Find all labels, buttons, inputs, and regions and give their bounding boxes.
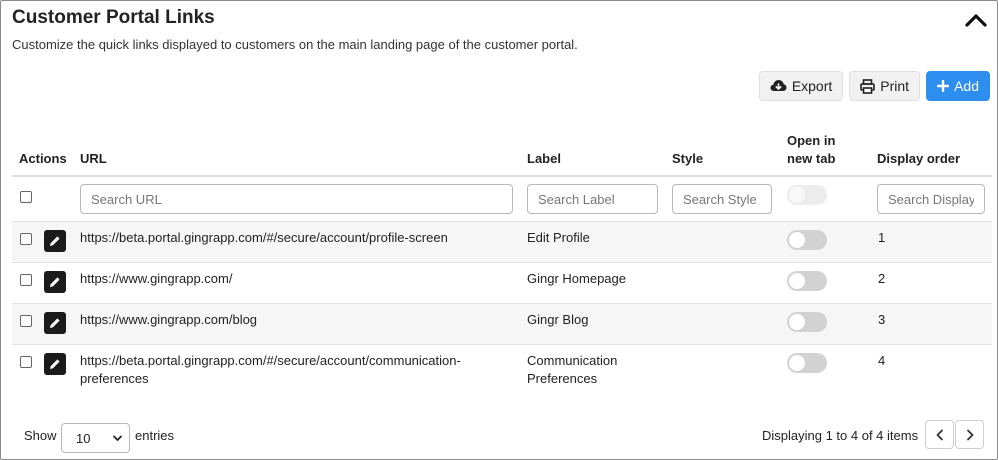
pencil-icon (50, 359, 60, 369)
row-label-line1: Communication (527, 353, 618, 368)
header-divider (12, 175, 992, 177)
print-label: Print (880, 78, 910, 94)
edit-button[interactable] (44, 353, 66, 375)
page-title: Customer Portal Links (12, 7, 215, 28)
row-checkbox[interactable] (20, 356, 32, 368)
row-display-order: 2 (878, 271, 886, 286)
row-display-order: 4 (878, 353, 886, 368)
open-in-new-tab-toggle[interactable] (787, 230, 827, 250)
search-label-input[interactable] (527, 184, 658, 214)
row-checkbox[interactable] (20, 315, 32, 327)
print-button[interactable]: Print (849, 71, 921, 101)
chevron-down-icon (113, 435, 122, 441)
select-all-checkbox[interactable] (20, 191, 32, 203)
chevron-up-icon (965, 14, 987, 27)
column-header-url[interactable]: URL (80, 150, 107, 168)
add-button[interactable]: Add (926, 71, 990, 101)
cloud-download-icon (770, 80, 787, 91)
row-checkbox[interactable] (20, 274, 32, 286)
row-label: Gingr Homepage (527, 271, 626, 286)
edit-button[interactable] (44, 271, 66, 293)
printer-icon (860, 78, 876, 94)
pagination-info: Displaying 1 to 4 of 4 items (762, 428, 919, 443)
row-url-line2: preferences (80, 371, 149, 386)
row-label: Gingr Blog (527, 312, 589, 327)
toggle-knob (789, 187, 805, 203)
prev-page-button[interactable] (925, 420, 954, 449)
toggle-knob (789, 232, 805, 248)
toolbar: Export Print Add (758, 71, 990, 101)
row-label: Edit Profile (527, 230, 590, 245)
column-header-style[interactable]: Style (672, 150, 703, 168)
row-url-line1: https://beta.portal.gingrapp.com/#/secur… (80, 353, 461, 368)
edit-button[interactable] (44, 312, 66, 334)
row-display-order: 3 (878, 312, 886, 327)
page-size-value: 10 (76, 430, 91, 446)
row-label: Communication Preferences (527, 352, 617, 388)
row-checkbox[interactable] (20, 233, 32, 245)
toggle-knob (789, 273, 805, 289)
pencil-icon (50, 277, 60, 287)
export-button[interactable]: Export (758, 71, 844, 101)
column-header-display-order[interactable]: Display order (877, 150, 960, 168)
toggle-knob (789, 314, 805, 330)
row-url: https://beta.portal.gingrapp.com/#/secur… (80, 230, 448, 245)
column-header-open-line2: new tab (787, 151, 836, 166)
show-label: Show (24, 428, 57, 443)
column-header-open-in-new-tab[interactable]: Open in new tab (787, 132, 835, 168)
row-url: https://www.gingrapp.com/blog (80, 312, 258, 327)
entries-label: entries (135, 428, 175, 443)
page-size-select[interactable]: 10 (61, 423, 130, 453)
search-display-order-input[interactable] (877, 184, 985, 214)
toggle-knob (789, 355, 805, 371)
column-header-open-line1: Open in (787, 133, 836, 148)
row-url: https://www.gingrapp.com/ (80, 271, 233, 286)
open-in-new-tab-toggle[interactable] (787, 312, 827, 332)
row-label-line2: Preferences (527, 371, 598, 386)
open-in-new-tab-toggle[interactable] (787, 271, 827, 291)
export-label: Export (791, 78, 833, 94)
chevron-right-icon (966, 429, 973, 440)
open-in-new-tab-toggle[interactable] (787, 353, 827, 373)
plus-icon (937, 80, 950, 92)
pencil-icon (50, 318, 60, 328)
column-header-label[interactable]: Label (527, 150, 561, 168)
row-display-order: 1 (878, 230, 886, 245)
next-page-button[interactable] (955, 420, 984, 449)
chevron-left-icon (936, 429, 943, 440)
column-header-actions: Actions (19, 151, 67, 166)
search-style-input[interactable] (672, 184, 772, 214)
row-url: https://beta.portal.gingrapp.com/#/secur… (80, 352, 461, 388)
collapse-button[interactable] (963, 9, 989, 31)
page-subtitle: Customize the quick links displayed to c… (12, 37, 578, 52)
pencil-icon (50, 236, 60, 246)
edit-button[interactable] (44, 230, 66, 252)
add-label: Add (954, 78, 979, 94)
search-url-input[interactable] (80, 184, 513, 214)
customer-portal-links-panel: Customer Portal Links Customize the quic… (0, 0, 998, 460)
open-in-new-tab-filter-toggle[interactable] (787, 185, 827, 205)
